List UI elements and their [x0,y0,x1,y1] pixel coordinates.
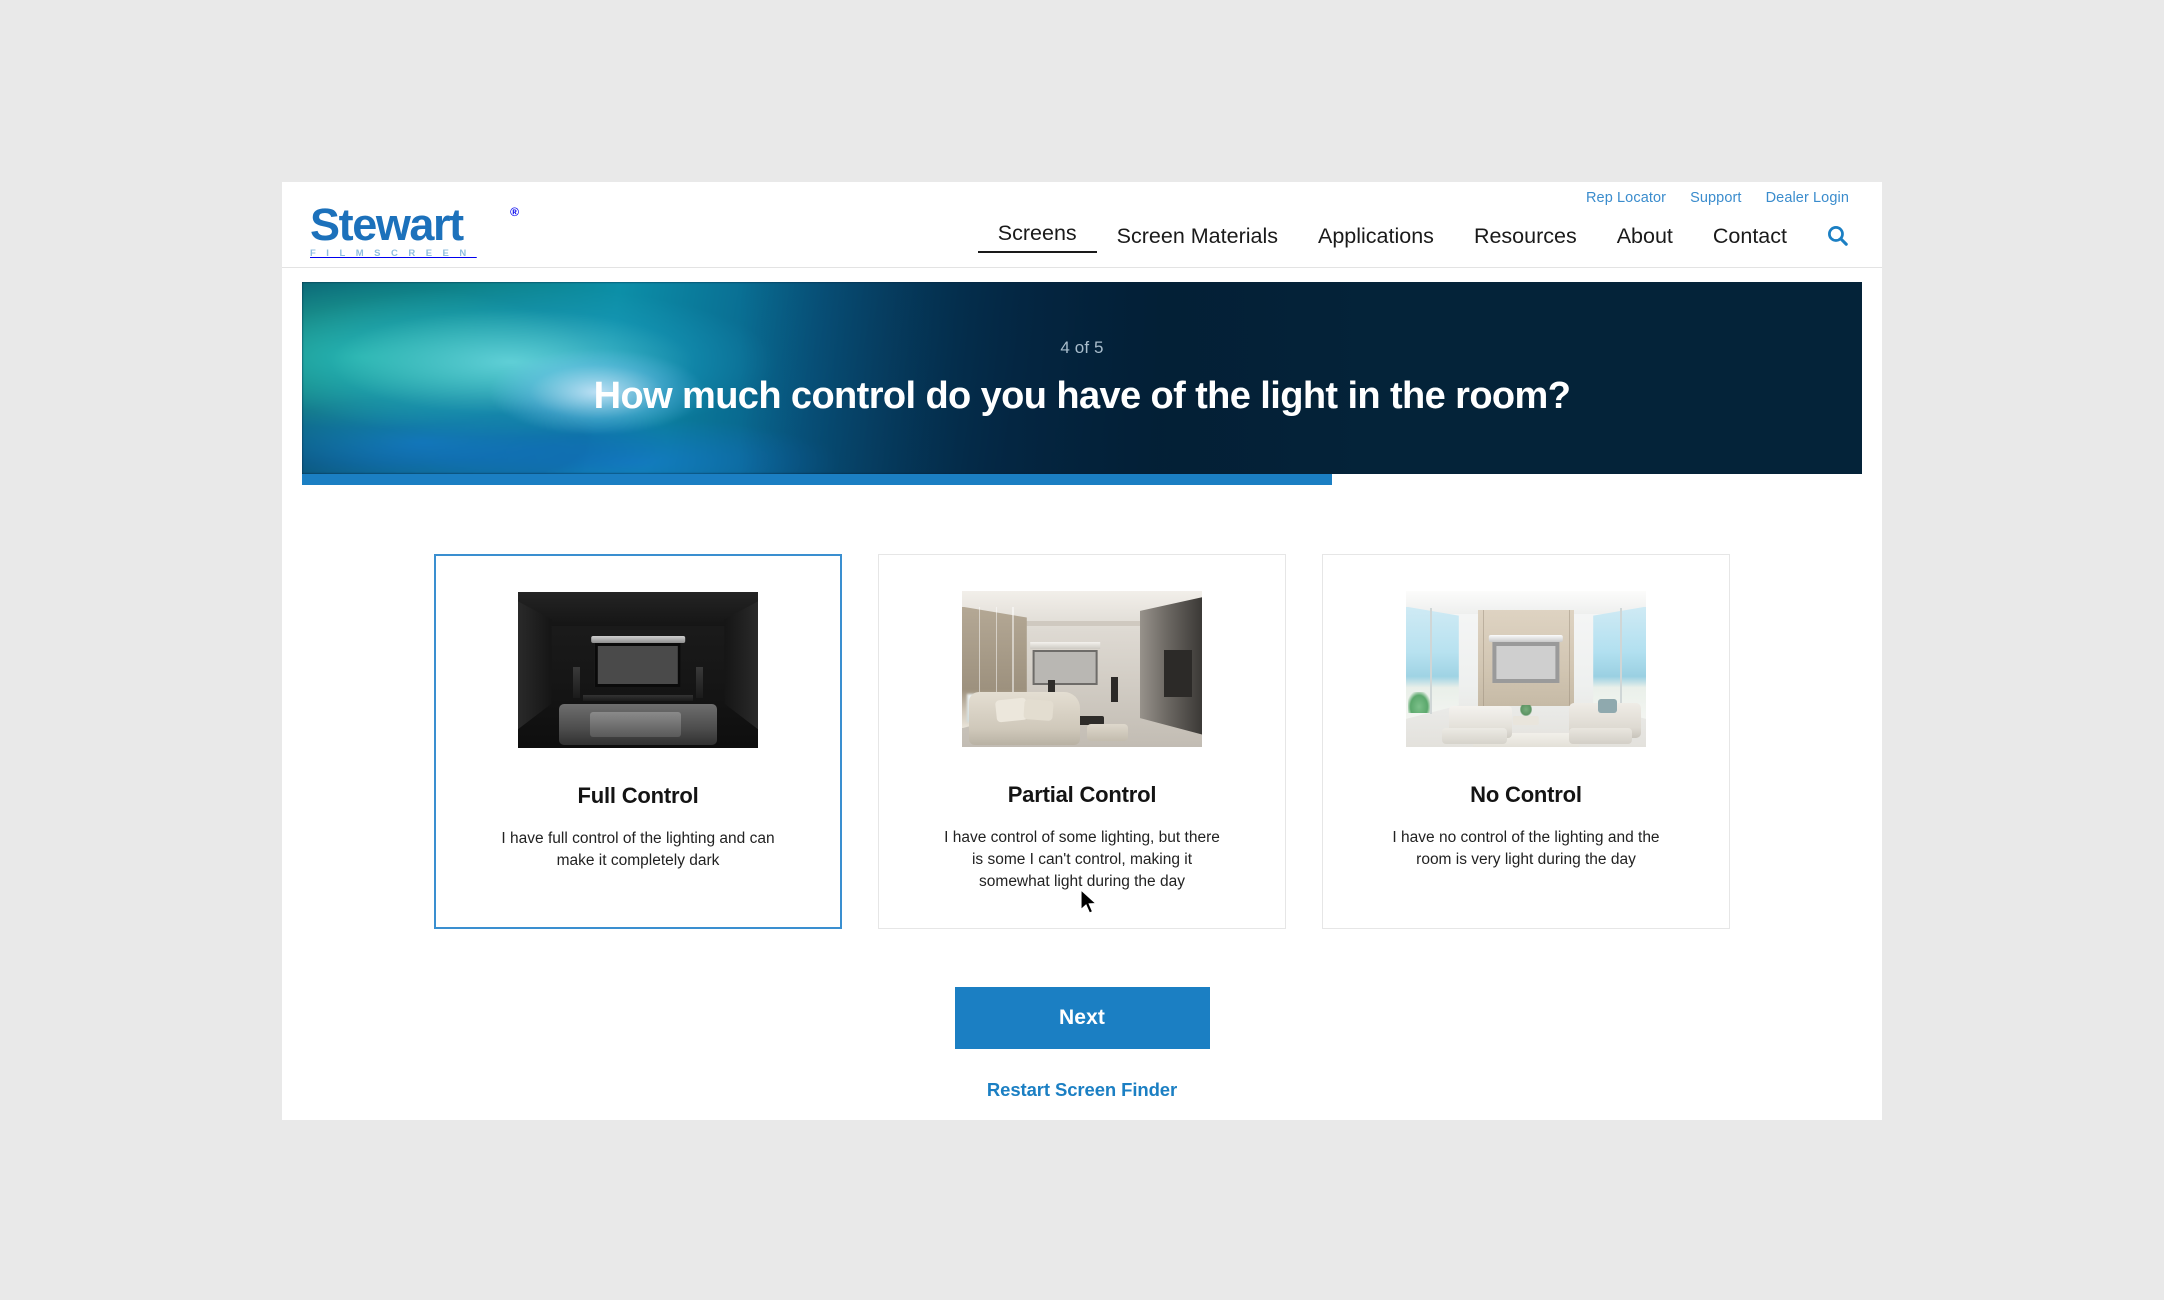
restart-screen-finder-link[interactable]: Restart Screen Finder [987,1079,1177,1101]
option-image-dim-room [962,591,1202,747]
brand-logo[interactable]: Stewart ® FILMSCREEN [310,199,519,259]
utility-link-support[interactable]: Support [1690,190,1742,206]
form-actions: Next Restart Screen Finder [282,987,1882,1101]
option-title: Partial Control [1007,782,1157,807]
utility-link-dealer-login[interactable]: Dealer Login [1766,190,1849,206]
utility-link-rep-locator[interactable]: Rep Locator [1586,190,1666,206]
progress-bar-track [302,474,1862,485]
nav-item-screen-materials[interactable]: Screen Materials [1097,221,1298,251]
search-icon[interactable] [1825,223,1850,248]
screen-finder-hero: 4 of 5 How much control do you have of t… [302,282,1862,485]
next-button[interactable]: Next [954,987,1210,1049]
nav-item-about[interactable]: About [1597,221,1693,251]
site-page-container: Rep Locator Support Dealer Login Stewart… [282,182,1882,1120]
utility-nav: Rep Locator Support Dealer Login [1586,190,1849,206]
option-card-partial-control[interactable]: Partial Control I have control of some l… [878,554,1286,929]
main-navigation: Screens Screen Materials Applications Re… [977,218,1854,253]
option-description: I have control of some lighting, but the… [944,829,1220,890]
option-description: I have full control of the lighting and … [501,830,775,869]
option-image-bright-room [1406,591,1646,747]
option-description: I have no control of the lighting and th… [1392,829,1660,868]
nav-item-applications[interactable]: Applications [1298,221,1454,251]
question-title: How much control do you have of the ligh… [593,374,1571,417]
nav-item-contact[interactable]: Contact [1693,221,1807,251]
hero-banner: 4 of 5 How much control do you have of t… [302,282,1862,474]
option-card-list: Full Control I have full control of the … [282,554,1882,929]
option-card-no-control[interactable]: No Control I have no control of the ligh… [1322,554,1730,929]
hero-content: 4 of 5 How much control do you have of t… [302,282,1862,474]
registered-trademark-icon: ® [510,205,519,219]
option-card-full-control[interactable]: Full Control I have full control of the … [434,554,842,929]
progress-bar-fill [302,474,1332,485]
option-image-dark-theater-room [518,592,758,748]
step-counter: 4 of 5 [1060,337,1104,357]
option-title: Full Control [577,783,699,808]
nav-item-resources[interactable]: Resources [1454,221,1597,251]
option-title: No Control [1470,782,1582,807]
nav-item-screens[interactable]: Screens [977,218,1097,253]
site-header: Rep Locator Support Dealer Login Stewart… [282,182,1882,268]
brand-logo-wordmark: Stewart [310,199,464,250]
